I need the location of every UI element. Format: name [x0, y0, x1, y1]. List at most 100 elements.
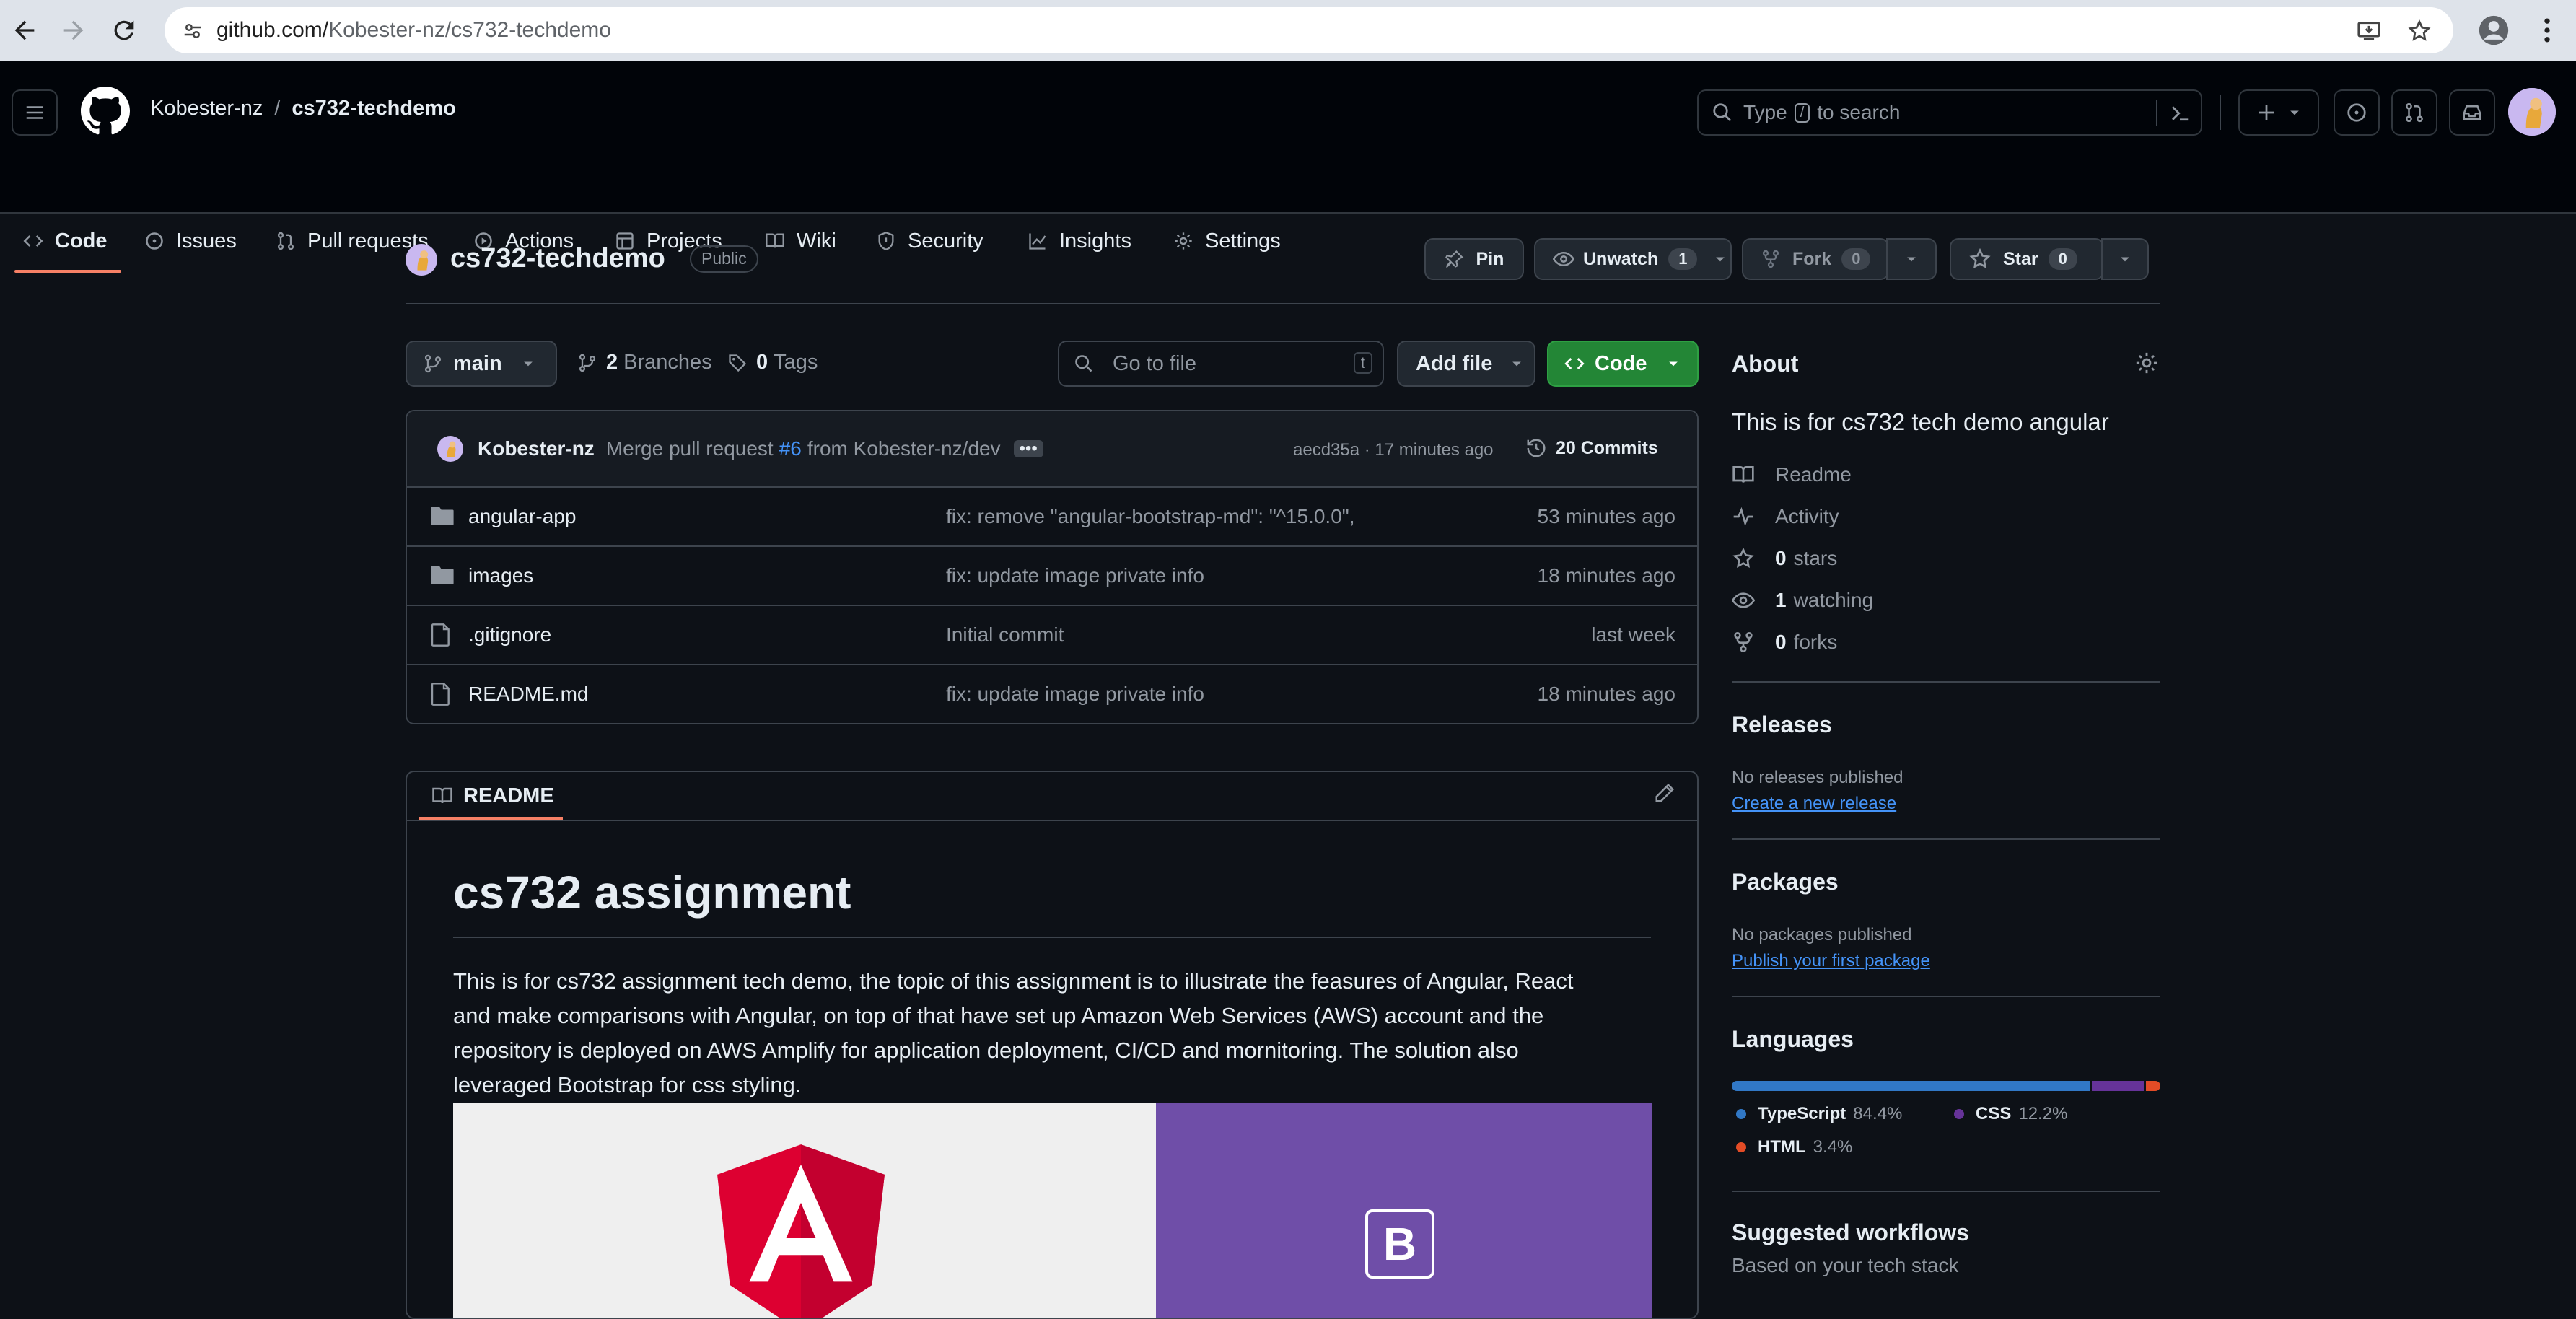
- file-name[interactable]: README.md: [468, 683, 588, 706]
- commit-hash-time[interactable]: aecd35a · 17 minutes ago: [1293, 440, 1494, 460]
- breadcrumb-repo[interactable]: cs732-techdemo: [292, 97, 455, 120]
- about-link-activity[interactable]: Activity: [1732, 505, 1839, 528]
- branches-label: Branches: [623, 351, 712, 374]
- sidebar-divider: [1732, 1191, 2160, 1192]
- readme-tab[interactable]: README: [431, 772, 554, 820]
- browser-menu-icon[interactable]: [2531, 14, 2563, 46]
- create-release-link[interactable]: Create a new release: [1732, 794, 1896, 814]
- reload-icon[interactable]: [110, 16, 139, 45]
- branches-link[interactable]: 2 Branches: [577, 351, 712, 374]
- tab-insights-label: Insights: [1059, 229, 1131, 253]
- watch-count: 1: [1668, 248, 1698, 270]
- profile-icon[interactable]: [2478, 14, 2510, 46]
- language-name: HTML: [1758, 1137, 1806, 1157]
- fork-dropdown-button[interactable]: [1886, 238, 1937, 280]
- avatar[interactable]: [2508, 88, 2556, 136]
- create-new-button[interactable]: [2238, 89, 2319, 136]
- pin-label: Pin: [1476, 248, 1504, 269]
- table-row[interactable]: images fix: update image private info 18…: [407, 545, 1697, 605]
- github-header: Kobester-nz / cs732-techdemo Type / to s…: [0, 61, 2576, 273]
- fork-button[interactable]: Fork 0: [1742, 238, 1889, 280]
- file-commit-time: 53 minutes ago: [1537, 505, 1675, 527]
- about-link-watching[interactable]: 1 watching: [1732, 589, 1873, 612]
- commit-author[interactable]: Kobester-nz: [478, 437, 595, 460]
- expand-commit-ellipsis-icon[interactable]: •••: [1013, 440, 1043, 457]
- eye-icon: [1553, 251, 1574, 267]
- add-file-button[interactable]: Add file: [1397, 341, 1535, 387]
- edit-readme-pencil-icon[interactable]: [1654, 782, 1675, 804]
- readme-line: and make comparisons with Angular, on to…: [453, 1003, 1544, 1028]
- releases-heading[interactable]: Releases: [1732, 711, 1832, 738]
- readme-line: This is for cs732 assignment tech demo, …: [453, 968, 1574, 994]
- pull-requests-button[interactable]: [2391, 89, 2437, 136]
- star-button[interactable]: Star 0: [1950, 238, 2104, 280]
- file-name[interactable]: images: [468, 564, 533, 587]
- issues-button[interactable]: [2334, 89, 2380, 136]
- tab-code[interactable]: Code: [23, 221, 108, 261]
- tab-issues[interactable]: Issues: [144, 221, 237, 261]
- code-button[interactable]: Code: [1547, 341, 1699, 387]
- file-commit-time: 18 minutes ago: [1537, 683, 1675, 705]
- commit-author-avatar[interactable]: [437, 436, 463, 462]
- file-commit-message[interactable]: fix: update image private info: [946, 564, 1204, 587]
- unwatch-button[interactable]: Unwatch 1: [1534, 238, 1732, 280]
- tab-insights[interactable]: Insights: [1028, 221, 1131, 261]
- commit-message-suffix[interactable]: from Kobester-nz/dev: [807, 437, 1001, 460]
- star-dropdown-button[interactable]: [2101, 238, 2149, 280]
- inbox-button[interactable]: [2449, 89, 2495, 136]
- language-item[interactable]: CSS 12.2%: [1954, 1104, 2067, 1124]
- repo-owner-avatar[interactable]: [406, 244, 437, 276]
- tab-settings[interactable]: Settings: [1173, 221, 1281, 261]
- tab-security[interactable]: Security: [876, 221, 983, 261]
- language-item[interactable]: HTML 3.4%: [1736, 1137, 1852, 1157]
- branch-selector[interactable]: main: [406, 341, 557, 387]
- about-link-readme[interactable]: Readme: [1732, 463, 1852, 486]
- search-icon: [1075, 355, 1092, 372]
- packages-heading[interactable]: Packages: [1732, 869, 1839, 895]
- pin-button[interactable]: Pin: [1424, 238, 1524, 280]
- install-app-icon[interactable]: [2357, 19, 2381, 43]
- go-to-file-input[interactable]: Go to file t: [1058, 341, 1384, 387]
- hamburger-menu-icon[interactable]: [12, 89, 58, 136]
- language-dot: [1954, 1109, 1964, 1119]
- repo-title[interactable]: cs732-techdemo: [450, 243, 665, 274]
- table-row[interactable]: README.md fix: update image private info…: [407, 664, 1697, 723]
- commit-pr-link[interactable]: #6: [779, 437, 802, 460]
- heading-divider: [453, 937, 1651, 938]
- fork-count: 0: [1841, 248, 1871, 270]
- commit-message-prefix[interactable]: Merge pull request: [606, 437, 774, 460]
- command-palette-icon[interactable]: [2169, 102, 2191, 124]
- file-commit-message[interactable]: Initial commit: [946, 623, 1064, 647]
- breadcrumb-owner[interactable]: Kobester-nz: [150, 97, 263, 120]
- language-name: TypeScript: [1758, 1104, 1846, 1123]
- site-info-icon[interactable]: [182, 20, 203, 42]
- file-commit-message[interactable]: fix: update image private info: [946, 683, 1204, 706]
- forward-icon[interactable]: [59, 16, 88, 45]
- chevron-down-icon: [2290, 110, 2299, 115]
- commits-history-link[interactable]: 20 Commits: [1525, 437, 1658, 459]
- about-link-forks[interactable]: 0 forks: [1732, 631, 1837, 654]
- about-settings-gear-icon[interactable]: [2134, 351, 2159, 375]
- github-logo-icon[interactable]: [81, 87, 130, 136]
- file-name[interactable]: angular-app: [468, 505, 576, 528]
- bookmark-star-icon[interactable]: [2407, 19, 2432, 43]
- readme-line: leveraged Bootstrap for css styling.: [453, 1072, 802, 1097]
- tags-link[interactable]: 0 Tags: [727, 351, 818, 374]
- about-heading: About: [1732, 351, 1799, 377]
- back-icon[interactable]: [10, 16, 39, 45]
- pulse-icon: [1733, 507, 1753, 527]
- address-bar[interactable]: github.com/Kobester-nz/cs732-techdemo: [165, 7, 2453, 53]
- table-row[interactable]: .gitignore Initial commit last week: [407, 605, 1697, 664]
- publish-package-link[interactable]: Publish your first package: [1732, 951, 1930, 971]
- about-link-stars[interactable]: 0 stars: [1732, 547, 1837, 570]
- file-name[interactable]: .gitignore: [468, 623, 551, 647]
- search-input[interactable]: Type / to search: [1697, 89, 2202, 136]
- url-text[interactable]: github.com/Kobester-nz/cs732-techdemo: [216, 18, 611, 43]
- tab-wiki[interactable]: Wiki: [765, 221, 836, 261]
- folder-icon: [431, 566, 454, 584]
- table-row[interactable]: angular-app fix: remove "angular-bootstr…: [407, 486, 1697, 545]
- file-commit-time: 18 minutes ago: [1537, 564, 1675, 587]
- chevron-down-icon: [1668, 361, 1678, 367]
- language-item[interactable]: TypeScript 84.4%: [1736, 1104, 1902, 1124]
- file-commit-message[interactable]: fix: remove "angular-bootstrap-md": "^15…: [946, 505, 1354, 528]
